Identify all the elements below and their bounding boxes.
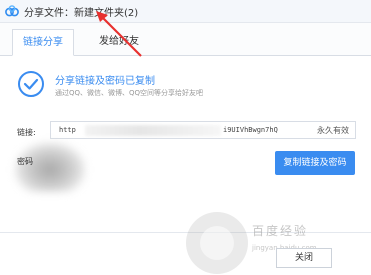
tab-bar: 链接分享 发给好友 (0, 23, 371, 56)
share-link-field[interactable]: http i9UIVhBwgn7hQ 永久有效 (50, 121, 356, 139)
link-label: 链接: (17, 128, 36, 137)
tab-send-to-friend[interactable]: 发给好友 (88, 29, 150, 55)
link-redacted-blur (85, 125, 221, 136)
link-prefix: http (59, 126, 76, 134)
tab-link-share[interactable]: 链接分享 (12, 29, 74, 56)
link-expiry: 永久有效 (317, 126, 349, 135)
check-circle-icon (18, 71, 44, 97)
watermark-text: 百度经验 (252, 224, 309, 238)
window-titlebar: 分享文件：新建文件夹(2) (0, 0, 371, 23)
window-title: 分享文件：新建文件夹(2) (24, 8, 139, 19)
password-redacted-blur (14, 142, 86, 192)
share-success-title: 分享链接及密码已复制 (55, 76, 155, 87)
watermark-logo-icon (186, 212, 248, 274)
link-suffix: i9UIVhBwgn7hQ (223, 126, 278, 134)
password-label: 密码 (17, 157, 33, 166)
close-button[interactable]: 关闭 (276, 248, 332, 268)
copy-link-and-password-button[interactable]: 复制链接及密码 (275, 151, 355, 175)
share-success-subtitle: 通过QQ、微信、微博、QQ空间等分享给好友吧 (55, 89, 204, 97)
baidu-netdisk-cloud-icon (5, 5, 19, 17)
